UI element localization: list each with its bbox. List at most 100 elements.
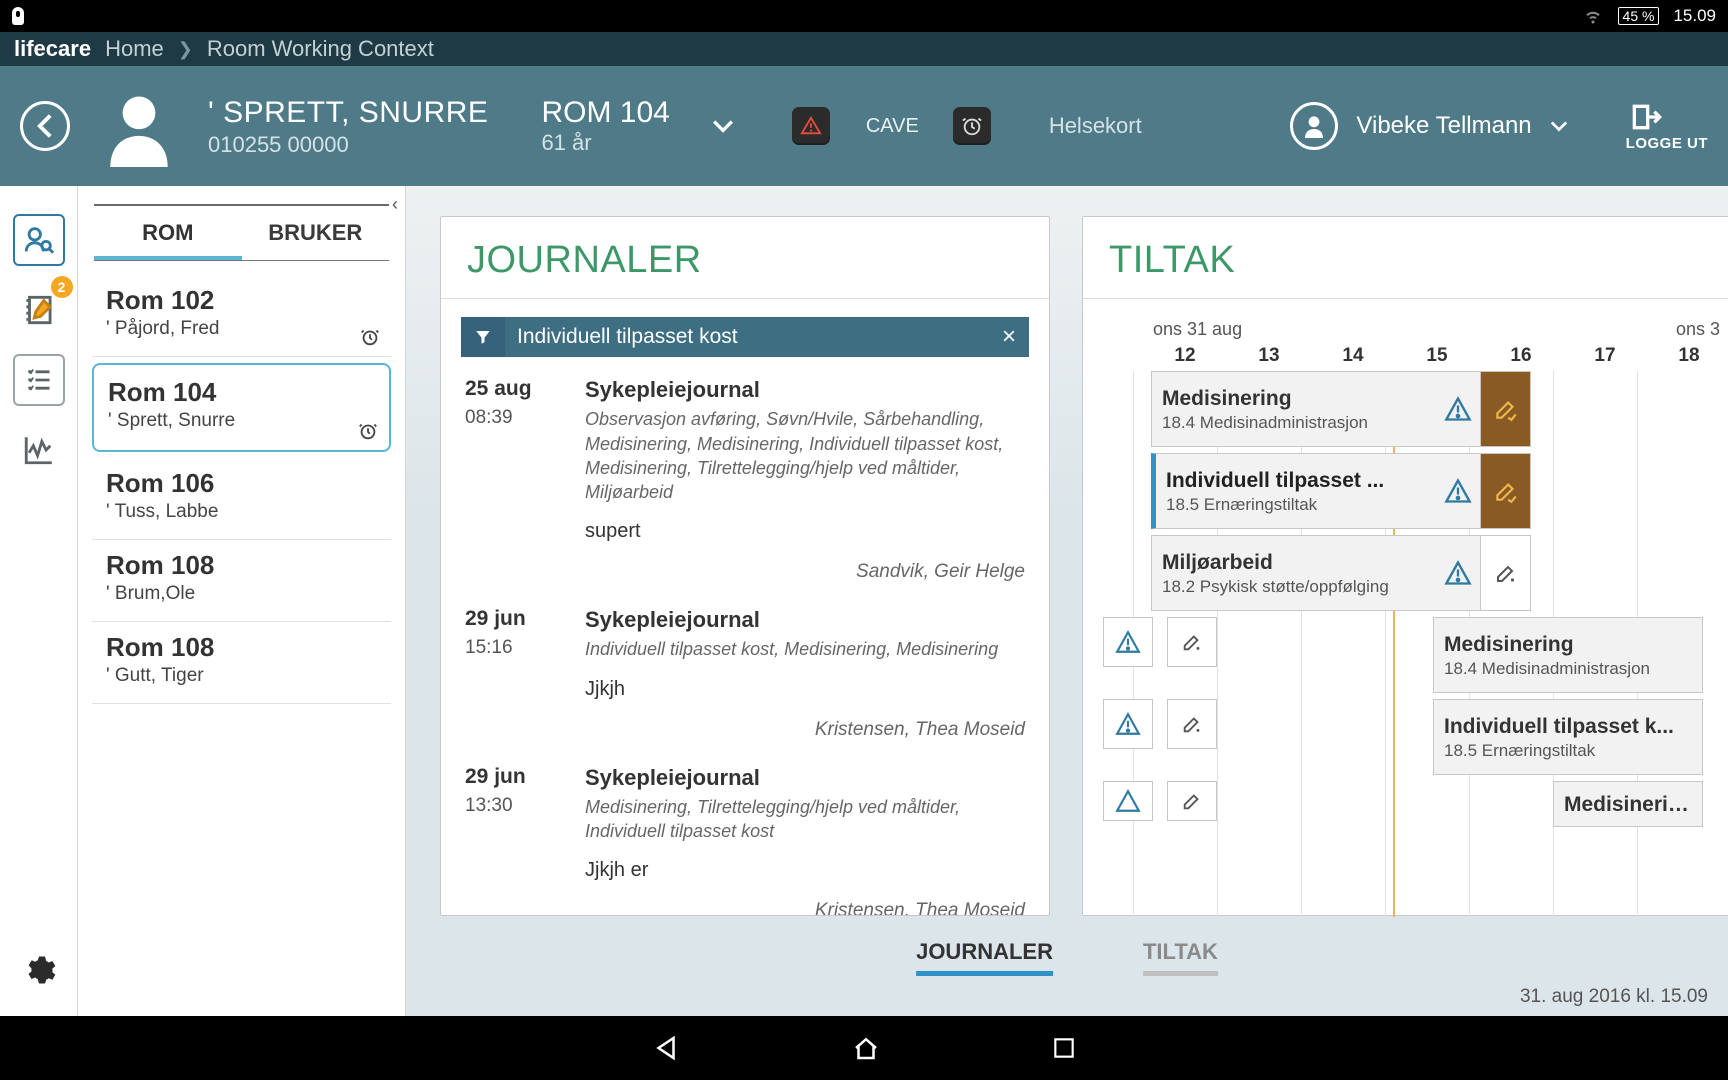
cave-label: CAVE bbox=[866, 115, 919, 138]
journal-entry[interactable]: 29 jun13:30 Sykepleiejournal Medisinerin… bbox=[465, 751, 1025, 915]
footer-timestamp: 31. aug 2016 kl. 15.09 bbox=[1520, 986, 1708, 1008]
tiltak-item[interactable]: Miljøarbeid18.2 Psykisk støtte/oppfølgin… bbox=[1151, 535, 1531, 611]
timeline-day: ons 31 aug bbox=[1153, 319, 1242, 340]
user-avatar-icon bbox=[1290, 102, 1338, 150]
room-name: Rom 108 bbox=[106, 632, 377, 663]
room-person: ' Gutt, Tiger bbox=[106, 665, 377, 687]
entry-author: Kristensen, Thea Moseid bbox=[585, 719, 1025, 741]
nav-home-button[interactable] bbox=[851, 1033, 881, 1063]
patient-header: ' SPRETT, SNURRE 010255 00000 ROM 104 61… bbox=[0, 66, 1728, 186]
room-list-panel: ROM BRUKER Rom 102 ' Påjord, Fred Rom 10… bbox=[78, 186, 406, 1016]
nav-recent-button[interactable] bbox=[1051, 1035, 1077, 1061]
room-item[interactable]: Rom 108 ' Brum,Ole bbox=[92, 540, 391, 622]
room-label: ROM 104 bbox=[541, 96, 669, 130]
patient-name: ' SPRETT, SNURRE bbox=[208, 94, 488, 132]
logout-button[interactable]: LOGGE UT bbox=[1626, 101, 1708, 152]
tiltak-name: Medisinering bbox=[1564, 793, 1692, 817]
tab-rom[interactable]: ROM bbox=[94, 206, 242, 260]
entry-date: 29 jun bbox=[465, 765, 555, 789]
room-item[interactable]: Rom 108 ' Gutt, Tiger bbox=[92, 622, 391, 704]
tiltak-item[interactable]: Individuell tilpasset k...18.5 Ernærings… bbox=[1433, 699, 1703, 775]
warning-icon bbox=[1436, 477, 1480, 505]
toolbar-notes[interactable]: 2 bbox=[13, 284, 65, 336]
timeline-hour: 13 bbox=[1227, 345, 1311, 367]
helsekort-link[interactable]: Helsekort bbox=[1049, 113, 1142, 139]
tiltak-name: Individuell tilpasset k... bbox=[1444, 715, 1692, 739]
tiltak-item[interactable]: Medisinering18.4 Medisinadministrasjon bbox=[1151, 371, 1531, 447]
lock-icon bbox=[12, 7, 24, 25]
alarm-icon bbox=[357, 420, 379, 442]
journal-entry[interactable]: 25 aug08:39 Sykepleiejournal Observasjon… bbox=[465, 363, 1025, 593]
cave-warning-icon[interactable] bbox=[792, 107, 830, 145]
room-item[interactable]: Rom 102 ' Påjord, Fred bbox=[92, 275, 391, 357]
tab-tiltak[interactable]: TILTAK bbox=[1143, 939, 1218, 976]
tiltak-sub: 18.4 Medisinadministrasjon bbox=[1162, 413, 1426, 433]
android-statusbar: 45 % 15.09 bbox=[0, 0, 1728, 32]
timeline-hour: 17 bbox=[1563, 345, 1647, 367]
entry-date: 25 aug bbox=[465, 377, 555, 401]
patient-dropdown[interactable] bbox=[712, 119, 734, 133]
warning-cell[interactable] bbox=[1103, 699, 1153, 749]
main-area: ‹ 2 ROM BRUKER Rom 102 ' Påjord, Fred bbox=[0, 186, 1728, 1016]
vertical-toolbar: 2 bbox=[0, 186, 78, 1016]
room-person: ' Sprett, Snurre bbox=[108, 410, 375, 432]
filter-clear-button[interactable]: × bbox=[989, 323, 1029, 351]
journal-entry[interactable]: 29 jun15:16 Sykepleiejournal Individuell… bbox=[465, 593, 1025, 750]
tab-journaler[interactable]: JOURNALER bbox=[916, 939, 1053, 976]
tiltak-sub: 18.5 Ernæringstiltak bbox=[1166, 495, 1426, 515]
timeline-hour: 15 bbox=[1395, 345, 1479, 367]
room-item-selected[interactable]: Rom 104 ' Sprett, Snurre bbox=[92, 363, 391, 452]
collapse-sidebar-button[interactable]: ‹ bbox=[392, 194, 410, 212]
tiltak-item[interactable]: Medisinering18.4 Medisinadministrasjon bbox=[1433, 617, 1703, 693]
timeline-grid[interactable]: Medisinering18.4 Medisinadministrasjon I… bbox=[1133, 371, 1728, 917]
nav-back-button[interactable] bbox=[651, 1033, 681, 1063]
room-name: Rom 106 bbox=[106, 468, 377, 499]
edit-done-icon[interactable] bbox=[1480, 372, 1530, 446]
patient-avatar-icon bbox=[98, 85, 180, 167]
back-button[interactable] bbox=[20, 101, 70, 151]
entry-tags: Individuell tilpasset kost, Medisinering… bbox=[585, 637, 1025, 661]
edit-cell[interactable] bbox=[1167, 699, 1217, 749]
entry-author: Kristensen, Thea Moseid bbox=[585, 900, 1025, 915]
tiltak-item-selected[interactable]: Individuell tilpasset ...18.5 Ernæringst… bbox=[1151, 453, 1531, 529]
chevron-right-icon: ❯ bbox=[178, 39, 193, 60]
user-menu[interactable]: Vibeke Tellmann bbox=[1290, 102, 1567, 150]
breadcrumb: lifecare Home ❯ Room Working Context bbox=[0, 32, 1728, 66]
room-person: ' Tuss, Labbe bbox=[106, 501, 377, 523]
room-name: Rom 102 bbox=[106, 285, 377, 316]
tab-bruker[interactable]: BRUKER bbox=[242, 206, 390, 260]
timeline-hour: 12 bbox=[1143, 345, 1227, 367]
patient-age: 61 år bbox=[541, 130, 669, 156]
breadcrumb-current: Room Working Context bbox=[207, 36, 434, 62]
room-item[interactable]: Rom 106 ' Tuss, Labbe bbox=[92, 458, 391, 540]
tiltak-title: TILTAK bbox=[1083, 217, 1728, 298]
filter-icon[interactable] bbox=[461, 317, 505, 357]
alarm-badge-icon[interactable] bbox=[953, 107, 991, 145]
settings-button[interactable] bbox=[21, 952, 57, 988]
breadcrumb-home[interactable]: Home bbox=[105, 36, 164, 62]
edit-cell[interactable] bbox=[1167, 781, 1217, 821]
entry-note: Jjkjh er bbox=[585, 859, 1025, 882]
timeline-day: ons 3 bbox=[1676, 319, 1720, 340]
user-name: Vibeke Tellmann bbox=[1356, 112, 1531, 140]
tiltak-item[interactable]: Medisinering bbox=[1553, 781, 1703, 827]
toolbar-patient-search[interactable] bbox=[13, 214, 65, 266]
room-name: Rom 108 bbox=[106, 550, 377, 581]
room-person: ' Påjord, Fred bbox=[106, 318, 377, 340]
warning-icon bbox=[1436, 395, 1480, 423]
notes-badge: 2 bbox=[51, 276, 73, 298]
edit-icon[interactable] bbox=[1480, 536, 1530, 610]
entry-type: Sykepleiejournal bbox=[585, 765, 1025, 791]
tiltak-card: TILTAK ons 31 aug ons 3 12 13 14 15 16 1… bbox=[1082, 216, 1728, 916]
toolbar-checklist[interactable] bbox=[13, 354, 65, 406]
journal-card: JOURNALER Individuell tilpasset kost × 2… bbox=[440, 216, 1050, 916]
edit-cell[interactable] bbox=[1167, 617, 1217, 667]
toolbar-vitals[interactable] bbox=[13, 424, 65, 476]
android-navbar bbox=[0, 1016, 1728, 1080]
entry-note: Jjkjh bbox=[585, 678, 1025, 701]
edit-done-icon[interactable] bbox=[1480, 454, 1530, 528]
entry-type: Sykepleiejournal bbox=[585, 607, 1025, 633]
warning-cell[interactable] bbox=[1103, 617, 1153, 667]
tiltak-name: Medisinering bbox=[1444, 633, 1692, 657]
warning-cell[interactable] bbox=[1103, 781, 1153, 821]
